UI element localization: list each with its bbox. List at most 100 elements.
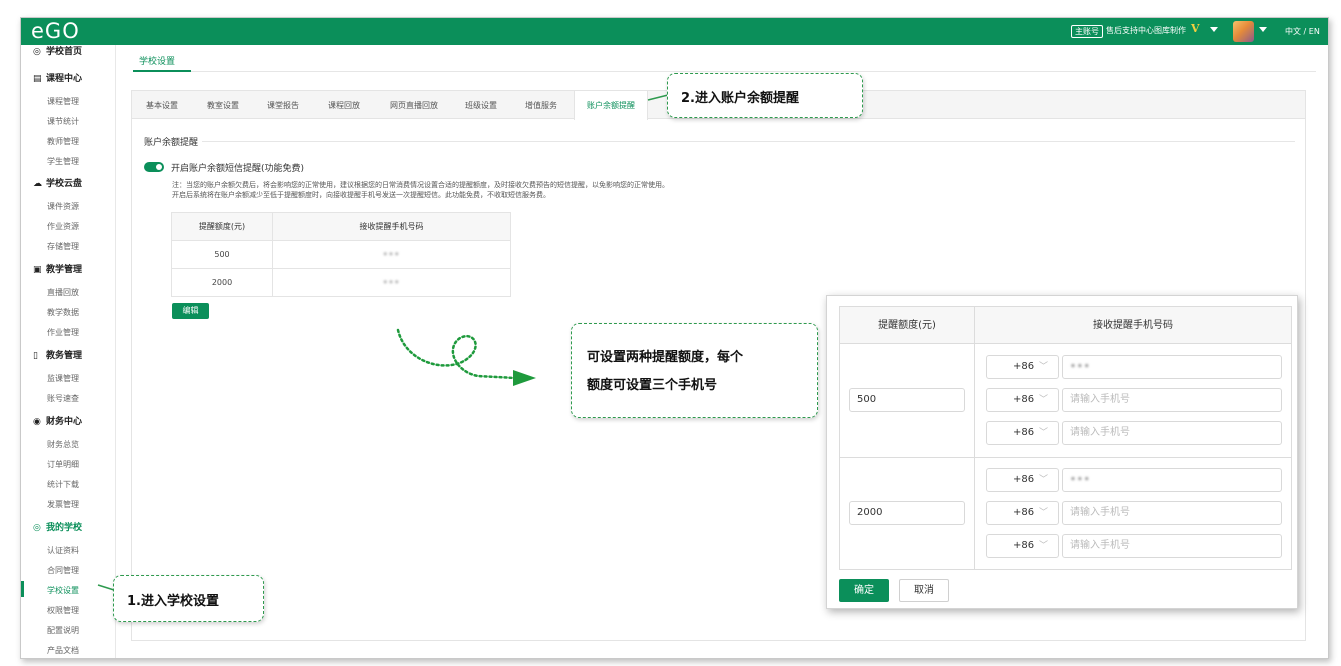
sidebar-active-indicator [21, 581, 24, 597]
subtab-class-report[interactable]: 课堂报告 [267, 100, 299, 111]
sidebar-item-product-docs[interactable]: 产品文档 [47, 645, 79, 656]
country-code-value: +86 [1013, 361, 1035, 372]
column-header: 接收提醒手机号码 [1093, 320, 1173, 331]
phone-input[interactable]: ••• [1062, 468, 1282, 492]
phone-input[interactable]: 请输入手机号 [1062, 388, 1282, 412]
sidebar-item-storage[interactable]: 存储管理 [47, 241, 79, 252]
sidebar-item-certification[interactable]: 认证资料 [47, 545, 79, 556]
account-name[interactable]: 售后支持中心图库制作 [1106, 25, 1186, 37]
subtab-value-added[interactable]: 增值服务 [525, 100, 557, 111]
sidebar-item-homework-resources[interactable]: 作业资源 [47, 221, 79, 232]
school-icon: ◎ [33, 523, 41, 533]
chevron-down-icon: ﹀ [1038, 541, 1048, 551]
subtab-class-settings[interactable]: 班级设置 [465, 100, 497, 111]
sidebar-item-invoice-manage[interactable]: 发票管理 [47, 499, 79, 510]
home-icon: ◎ [33, 47, 41, 57]
sidebar-section-label: 财务中心 [46, 417, 83, 427]
edit-reminder-dialog: 提醒额度(元) 接收提醒手机号码 500 +86 ﹀ ••• +86 ﹀ 请输入手机… [826, 295, 1298, 609]
cancel-button[interactable]: 取消 [899, 579, 949, 602]
amount-cell: 2000 [171, 268, 273, 297]
sidebar-section-academic[interactable]: ▯ 教务管理 [33, 348, 82, 361]
edit-button[interactable]: 编辑 [172, 303, 209, 319]
subtab-course-replay[interactable]: 课程回放 [328, 100, 360, 111]
sms-reminder-toggle[interactable] [144, 162, 164, 172]
country-code-select[interactable]: +86 ﹀ [986, 501, 1059, 525]
sidebar-item-stats-download[interactable]: 统计下载 [47, 479, 79, 490]
amount-input[interactable]: 2000 [849, 501, 965, 525]
logo[interactable]: eGO [31, 19, 80, 43]
sidebar-item-courseware[interactable]: 课件资源 [47, 201, 79, 212]
phone-number: ••• [382, 250, 401, 259]
sidebar-item-order-details[interactable]: 订单明细 [47, 459, 79, 470]
sidebar-section-label: 学校云盘 [46, 179, 83, 189]
vip-badge: V [1191, 22, 1200, 35]
confirm-button[interactable]: 确定 [839, 579, 889, 602]
sidebar-section-course[interactable]: ▤ 课程中心 [33, 71, 82, 84]
country-code-value: +86 [1013, 394, 1035, 405]
table-header-row: 提醒额度(元) 接收提醒手机号码 [171, 212, 511, 241]
callout-text: 1.进入学校设置 [127, 594, 219, 609]
toggle-label: 开启账户余额短信提醒(功能免费) [171, 164, 305, 174]
sidebar-item-live-replay[interactable]: 直播回放 [47, 287, 79, 298]
top-bar: eGO 主账号 售后支持中心图库制作 V 中文 / EN [21, 18, 1328, 45]
sidebar-item-teaching-data[interactable]: 教学数据 [47, 307, 79, 318]
country-code-select[interactable]: +86 ﹀ [986, 534, 1059, 558]
subtab-classroom[interactable]: 教室设置 [207, 100, 239, 111]
country-code-select[interactable]: +86 ﹀ [986, 468, 1059, 492]
sidebar-section-my-school[interactable]: ◎ 我的学校 [33, 520, 82, 533]
phone-input[interactable]: 请输入手机号 [1062, 501, 1282, 525]
phone-number: ••• [382, 278, 401, 287]
amount-input[interactable]: 500 [849, 388, 965, 412]
sidebar-section-finance[interactable]: ◉ 财务中心 [33, 414, 82, 427]
country-code-select[interactable]: +86 ﹀ [986, 421, 1059, 445]
callout-step1: 1.进入学校设置 [113, 575, 264, 622]
edit-reminder-table: 提醒额度(元) 接收提醒手机号码 500 +86 ﹀ ••• +86 ﹀ 请输入手机… [839, 306, 1292, 570]
chevron-down-icon: ﹀ [1038, 508, 1048, 518]
chevron-down-icon: ﹀ [1038, 395, 1048, 405]
country-code-select[interactable]: +86 ﹀ [986, 355, 1059, 379]
section-divider [202, 141, 1295, 142]
callout-text: 2.进入账户余额提醒 [681, 91, 799, 106]
note-line-1: 注：当您的账户余额欠费后，将会影响您的正常使用，建议根据您的日常消费情况设置合适… [172, 181, 669, 189]
country-code-value: +86 [1013, 474, 1035, 485]
sidebar-item-teacher-manage[interactable]: 教师管理 [47, 136, 79, 147]
sidebar-item-config-guide[interactable]: 配置说明 [47, 625, 79, 636]
sidebar-item-course-manage[interactable]: 课程管理 [47, 96, 79, 107]
account-dropdown-icon[interactable] [1210, 27, 1218, 32]
subtab-balance-reminder[interactable]: 账户余额提醒 [574, 91, 648, 120]
phone-number: ••• [1070, 361, 1091, 372]
phone-input[interactable]: 请输入手机号 [1062, 421, 1282, 445]
subtab-web-live-replay[interactable]: 网页直播回放 [390, 100, 438, 111]
sidebar-section-home[interactable]: ◎ 学校首页 [33, 44, 82, 57]
callout-text-line1: 可设置两种提醒额度，每个 [587, 350, 744, 365]
sidebar-section-teaching[interactable]: ▣ 教学管理 [33, 262, 82, 275]
avatar-dropdown-icon[interactable] [1259, 27, 1267, 32]
sidebar-item-homework-manage[interactable]: 作业管理 [47, 327, 79, 338]
sidebar-item-permission-manage[interactable]: 权限管理 [47, 605, 79, 616]
chevron-down-icon: ﹀ [1038, 428, 1048, 438]
column-divider [974, 307, 975, 569]
avatar[interactable] [1233, 21, 1254, 42]
sidebar-section-label: 课程中心 [46, 74, 83, 84]
sidebar-item-lesson-stats[interactable]: 课节统计 [47, 116, 79, 127]
reminder-table: 提醒额度(元) 接收提醒手机号码 500 ••• 2000 ••• [171, 212, 511, 297]
sidebar-item-contract-manage[interactable]: 合同管理 [47, 565, 79, 576]
sidebar-item-school-settings[interactable]: 学校设置 [47, 585, 79, 596]
tab-school-settings[interactable]: 学校设置 [139, 54, 175, 67]
note-line-2: 开启后系统将在账户余额减少至低于提醒额度时，向接收提醒手机号发送一次提醒短信。此… [172, 191, 550, 199]
sidebar-item-student-manage[interactable]: 学生管理 [47, 156, 79, 167]
sidebar-item-class-monitor[interactable]: 监课管理 [47, 373, 79, 384]
sidebar-item-account-lookup[interactable]: 账号速查 [47, 393, 79, 404]
phone-input[interactable]: ••• [1062, 355, 1282, 379]
table-row: 2000 ••• [171, 268, 511, 297]
cloud-icon: ☁ [33, 179, 42, 189]
country-code-value: +86 [1013, 507, 1035, 518]
subtab-basic[interactable]: 基本设置 [146, 100, 178, 111]
sidebar-item-finance-overview[interactable]: 财务总览 [47, 439, 79, 450]
calendar-icon: ▤ [33, 74, 42, 84]
phone-input[interactable]: 请输入手机号 [1062, 534, 1282, 558]
country-code-select[interactable]: +86 ﹀ [986, 388, 1059, 412]
language-switch[interactable]: 中文 / EN [1285, 26, 1320, 37]
sidebar-section-cloud[interactable]: ☁ 学校云盘 [33, 176, 82, 189]
sidebar-section-label: 教学管理 [46, 265, 83, 275]
